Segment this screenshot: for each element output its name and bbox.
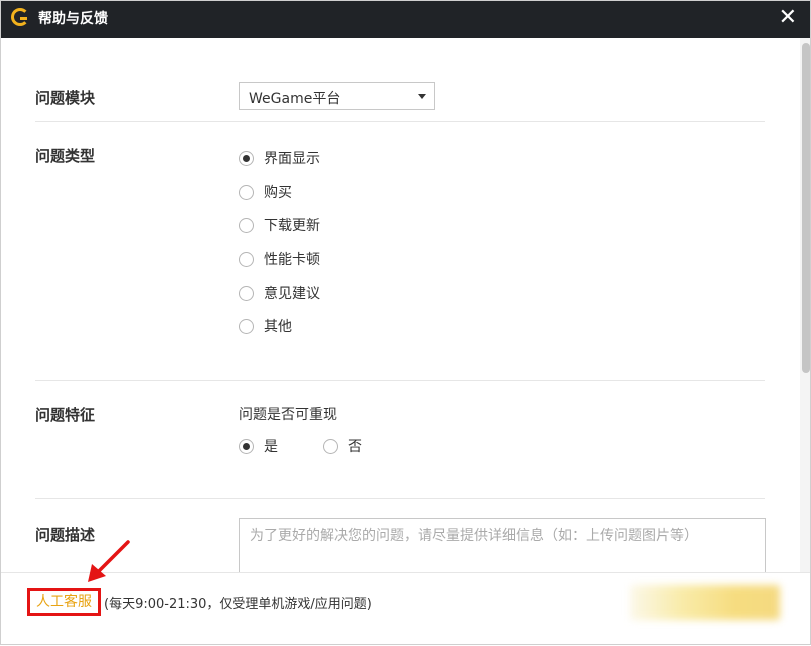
radio-icon [239, 184, 254, 200]
type-option-1[interactable]: 购买 [239, 182, 292, 202]
feedback-form: 问题模块 WeGame平台 问题类型 界面显示 购买 下载更新 性能卡顿 意见建… [0, 38, 800, 572]
type-option-label: 性能卡顿 [264, 252, 320, 268]
radio-icon [239, 285, 254, 301]
close-button[interactable]: ✕ [779, 5, 797, 31]
feature-label: 问题特征 [35, 406, 96, 424]
module-select[interactable]: WeGame平台 [239, 82, 435, 110]
title-bar: 帮助与反馈 ✕ [0, 0, 811, 38]
chevron-down-icon [418, 94, 426, 99]
radio-checked-icon [239, 438, 254, 454]
radio-icon [239, 251, 254, 267]
reproducible-no[interactable]: 否 [323, 436, 362, 456]
wegame-logo-icon [11, 8, 29, 26]
description-textarea[interactable]: 为了更好的解决您的问题，请尽量提供详细信息（如：上传问题图片等） [239, 518, 766, 572]
type-option-label: 意见建议 [264, 286, 320, 302]
type-option-3[interactable]: 性能卡顿 [239, 249, 320, 269]
radio-icon [239, 318, 254, 334]
reproducible-no-label: 否 [348, 439, 362, 455]
reproducible-yes[interactable]: 是 [239, 436, 278, 456]
divider [35, 498, 765, 499]
radio-icon [323, 438, 338, 454]
type-option-label: 下载更新 [264, 218, 320, 234]
radio-icon [239, 217, 254, 233]
module-select-value: WeGame平台 [249, 91, 341, 107]
radio-checked-icon [239, 150, 254, 166]
reproducible-question: 问题是否可重现 [239, 407, 337, 423]
scrollbar-thumb[interactable] [802, 43, 810, 373]
submit-button-blurred[interactable] [630, 585, 780, 620]
module-label: 问题模块 [35, 89, 96, 107]
window-title: 帮助与反馈 [38, 11, 108, 27]
annotation-arrow-icon [88, 540, 130, 582]
type-option-0[interactable]: 界面显示 [239, 148, 320, 168]
service-hours-text: (每天9:00-21:30，仅受理单机游戏/应用问题) [104, 597, 372, 612]
type-option-label: 购买 [264, 185, 292, 201]
divider [35, 380, 765, 381]
type-option-5[interactable]: 其他 [239, 316, 292, 336]
human-support-link[interactable]: 人工客服 [27, 588, 101, 616]
type-option-label: 其他 [264, 319, 292, 335]
reproducible-yes-label: 是 [264, 439, 278, 455]
type-option-2[interactable]: 下载更新 [239, 215, 320, 235]
divider [35, 121, 765, 122]
type-label: 问题类型 [35, 147, 96, 165]
type-option-4[interactable]: 意见建议 [239, 283, 320, 303]
type-option-label: 界面显示 [264, 151, 320, 167]
